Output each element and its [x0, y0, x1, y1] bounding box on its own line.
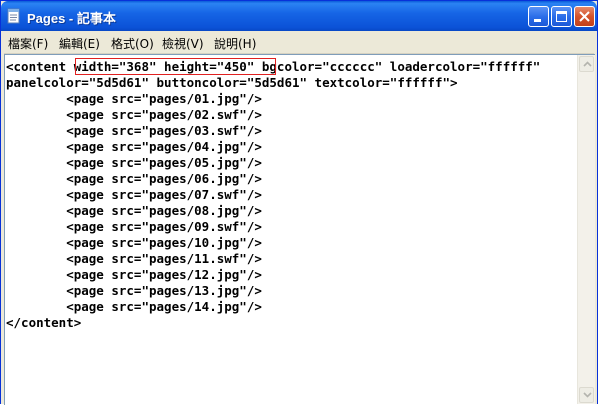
scroll-up-button[interactable]	[579, 56, 594, 72]
text-line: <page src="pages/11.swf"/>	[6, 251, 262, 266]
menu-format[interactable]: 格式(O)	[111, 35, 154, 52]
text-line: <page src="pages/06.jpg"/>	[6, 171, 262, 186]
menu-bar: 檔案(F) 編輯(E) 格式(O) 檢視(V) 說明(H)	[4, 31, 594, 54]
text-content[interactable]: <content width="368" height="450" bgcolo…	[6, 57, 578, 403]
text-line: </content>	[6, 315, 82, 330]
scroll-down-button[interactable]	[579, 387, 594, 403]
minimize-icon	[534, 19, 541, 22]
window-title: Pages - 記事本	[27, 11, 116, 26]
text-line: <page src="pages/04.jpg"/>	[6, 139, 262, 154]
close-button[interactable]	[574, 6, 595, 27]
close-icon	[579, 11, 590, 22]
title-bar[interactable]: Pages - 記事本	[1, 1, 597, 31]
text-line: <page src="pages/02.swf"/>	[6, 107, 262, 122]
text-line: <page src="pages/01.jpg"/>	[6, 91, 262, 106]
notepad-icon	[7, 8, 21, 24]
notepad-window: Pages - 記事本 檔案(F) 編輯(E) 格式(O) 檢視(V) 說明(H…	[0, 0, 598, 405]
text-line: <page src="pages/12.jpg"/>	[6, 267, 262, 282]
menu-help[interactable]: 說明(H)	[214, 35, 256, 52]
maximize-icon	[556, 11, 567, 22]
text-line: <page src="pages/09.swf"/>	[6, 219, 262, 234]
text-line: <page src="pages/13.jpg"/>	[6, 283, 262, 298]
maximize-button[interactable]	[551, 6, 572, 27]
menu-edit[interactable]: 編輯(E)	[59, 35, 100, 52]
text-line: <page src="pages/07.swf"/>	[6, 187, 262, 202]
text-line: <page src="pages/10.jpg"/>	[6, 235, 262, 250]
text-line: <page src="pages/03.swf"/>	[6, 123, 262, 138]
arrow-down-icon	[583, 392, 592, 398]
text-line: <page src="pages/08.jpg"/>	[6, 203, 262, 218]
vertical-scrollbar[interactable]	[577, 55, 595, 404]
menu-file[interactable]: 檔案(F)	[8, 35, 48, 52]
menu-view[interactable]: 檢視(V)	[162, 35, 204, 52]
highlight-box	[75, 58, 276, 75]
text-line: <page src="pages/14.jpg"/>	[6, 299, 262, 314]
minimize-button[interactable]	[528, 6, 549, 27]
text-line: <page src="pages/05.jpg"/>	[6, 155, 262, 170]
text-editor[interactable]: <content width="368" height="450" bgcolo…	[4, 54, 595, 405]
arrow-up-icon	[583, 61, 592, 67]
text-line: panelcolor="5d5d61" buttoncolor="5d5d61"…	[6, 75, 458, 90]
